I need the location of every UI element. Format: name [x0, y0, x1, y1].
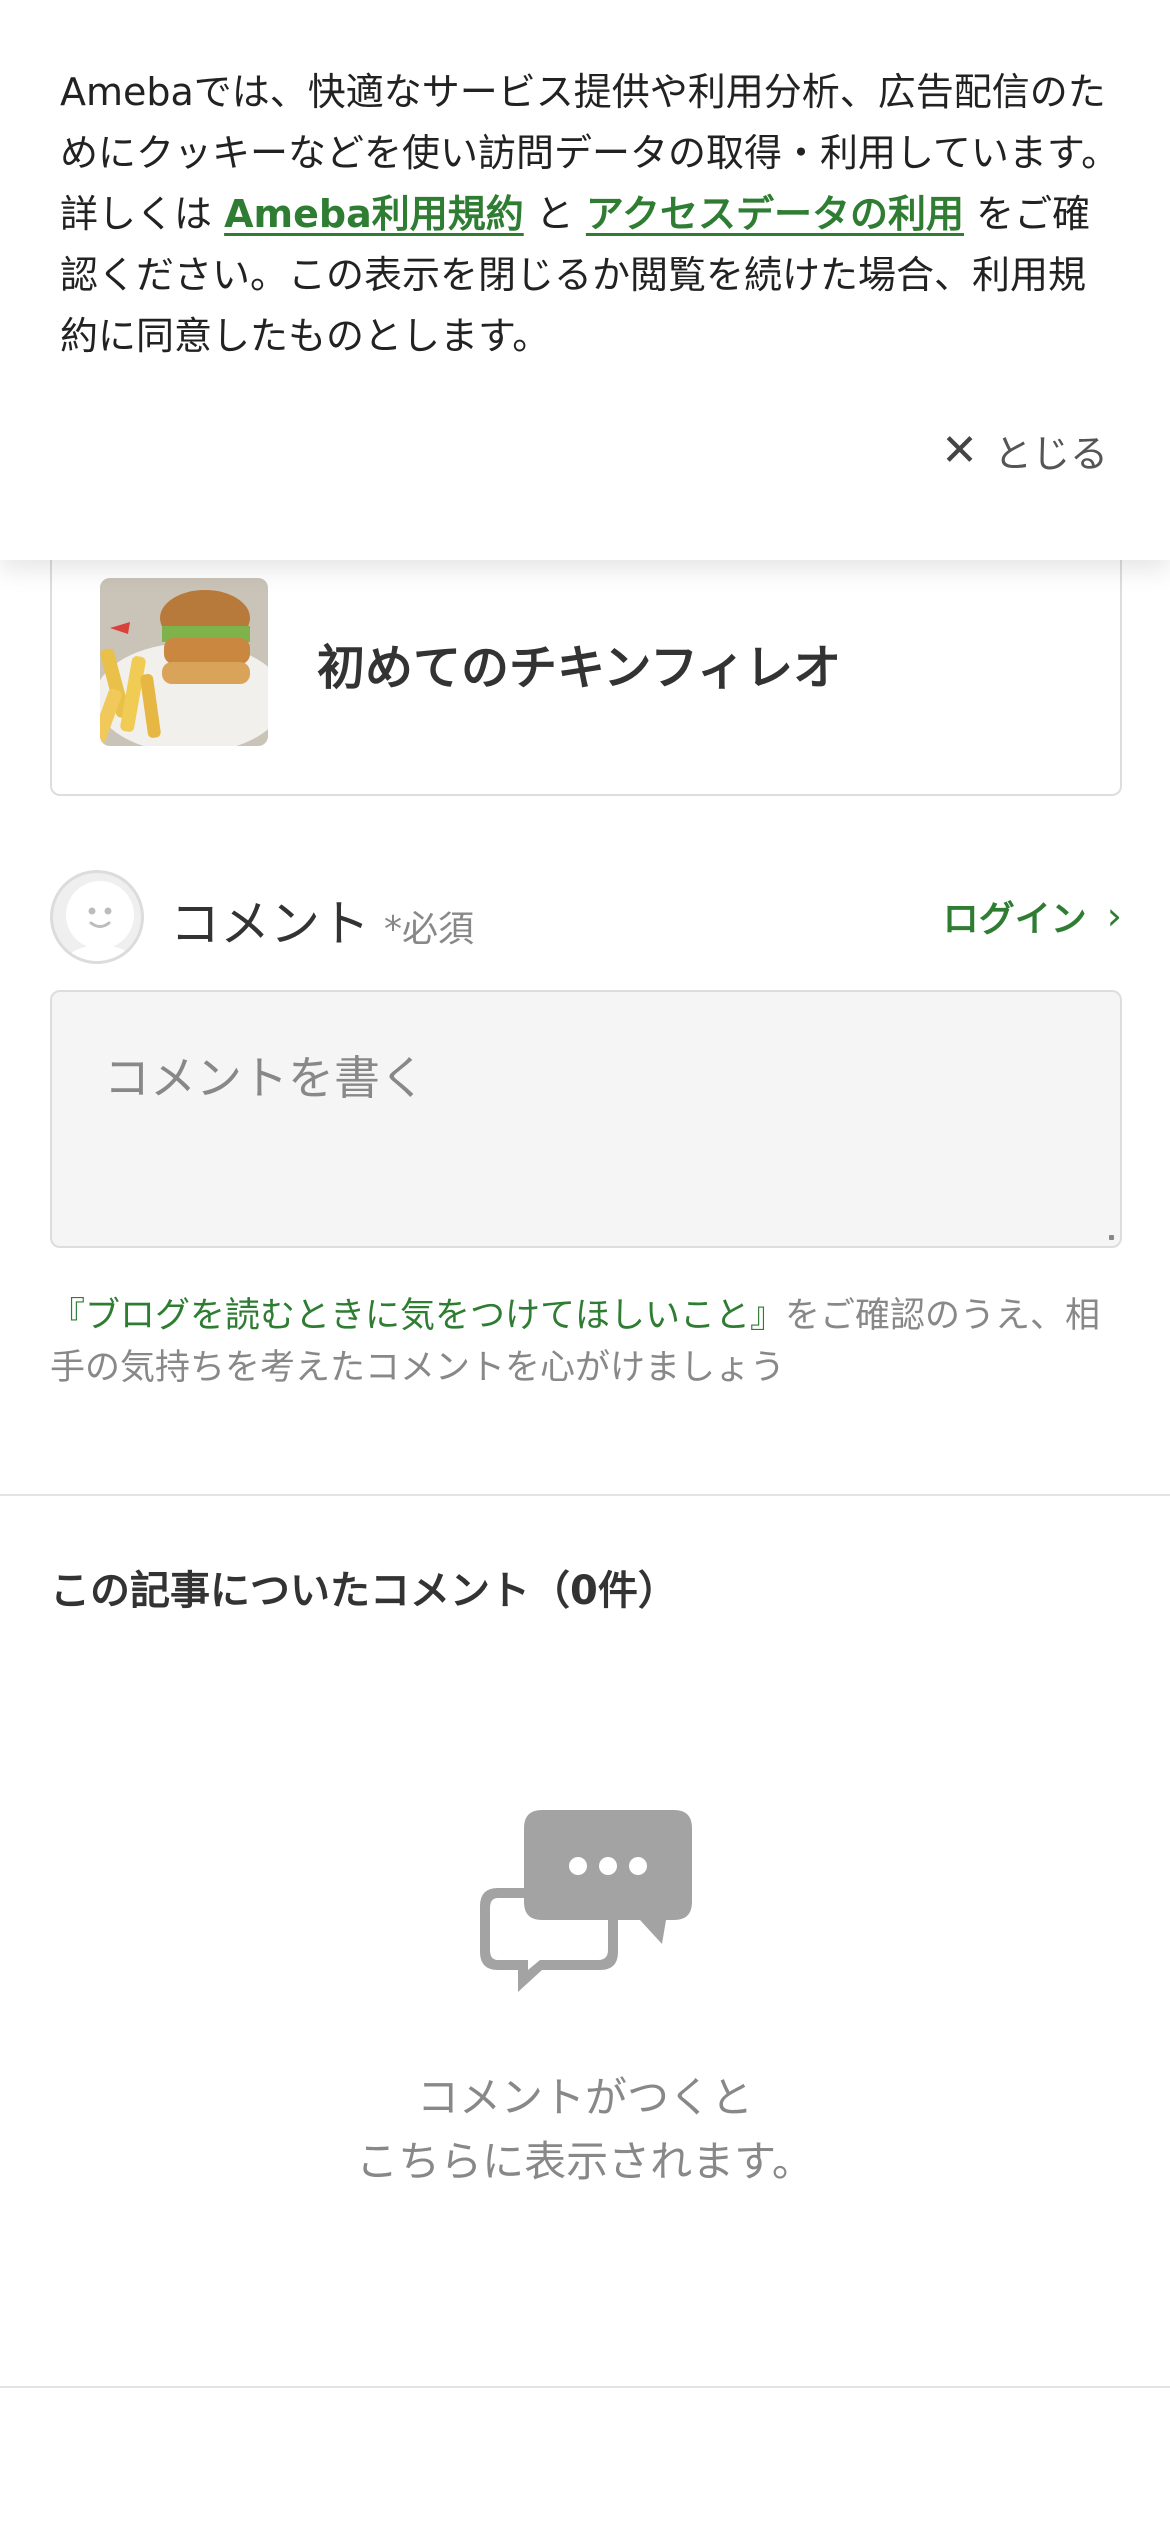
- article-card[interactable]: 初めてのチキンフィレオ: [50, 520, 1122, 796]
- resize-handle[interactable]: [1109, 1235, 1114, 1240]
- login-label: ログイン: [942, 899, 1087, 940]
- comment-bubbles-icon: [478, 1810, 694, 1996]
- article-thumbnail: [100, 578, 268, 746]
- chevron-right-icon: ›: [1106, 894, 1122, 938]
- cookie-text-part: と: [523, 192, 586, 236]
- avatar: [50, 870, 144, 964]
- terms-link[interactable]: Ameba利用規約: [224, 192, 524, 236]
- divider: [0, 2386, 1170, 2388]
- empty-line-2: こちらに表示されます。: [356, 2137, 814, 2186]
- comment-placeholder: コメントを書く: [104, 1051, 426, 1105]
- article-title: 初めてのチキンフィレオ: [317, 640, 842, 696]
- empty-line-1: コメントがつくと: [416, 2073, 753, 2122]
- comment-label: コメント: [170, 895, 370, 953]
- divider: [0, 1494, 1170, 1496]
- required-label: *必須: [384, 909, 475, 950]
- cookie-notice-text: Amebaでは、快適なサービス提供や利用分析、広告配信のためにクッキーなどを使い…: [60, 62, 1120, 367]
- default-avatar-icon: [63, 881, 137, 961]
- comments-section-title: この記事についたコメント（0件）: [50, 1568, 678, 1614]
- empty-comments-message: コメントがつくと こちらに表示されます。: [0, 2066, 1170, 2194]
- comment-guidelines: 『ブログを読むときに気をつけてほしいこと』をご確認のうえ、相手の気持ちを考えたコ…: [50, 1290, 1130, 1394]
- cookie-banner: Amebaでは、快適なサービス提供や利用分析、広告配信のためにクッキーなどを使い…: [0, 0, 1170, 560]
- close-icon: ✕: [941, 424, 978, 476]
- login-link[interactable]: ログイン ›: [943, 890, 1122, 942]
- comment-header: コメント *必須 ログイン ›: [50, 870, 1122, 964]
- close-label: とじる: [993, 431, 1108, 476]
- cookie-close-button[interactable]: ✕ とじる: [941, 420, 1108, 480]
- access-data-link[interactable]: アクセスデータの利用: [586, 192, 964, 236]
- guidelines-link[interactable]: 『ブログを読むときに気をつけてほしいこと』: [50, 1296, 785, 1336]
- food-photo: [100, 578, 268, 746]
- comment-input[interactable]: コメントを書く: [50, 990, 1122, 1248]
